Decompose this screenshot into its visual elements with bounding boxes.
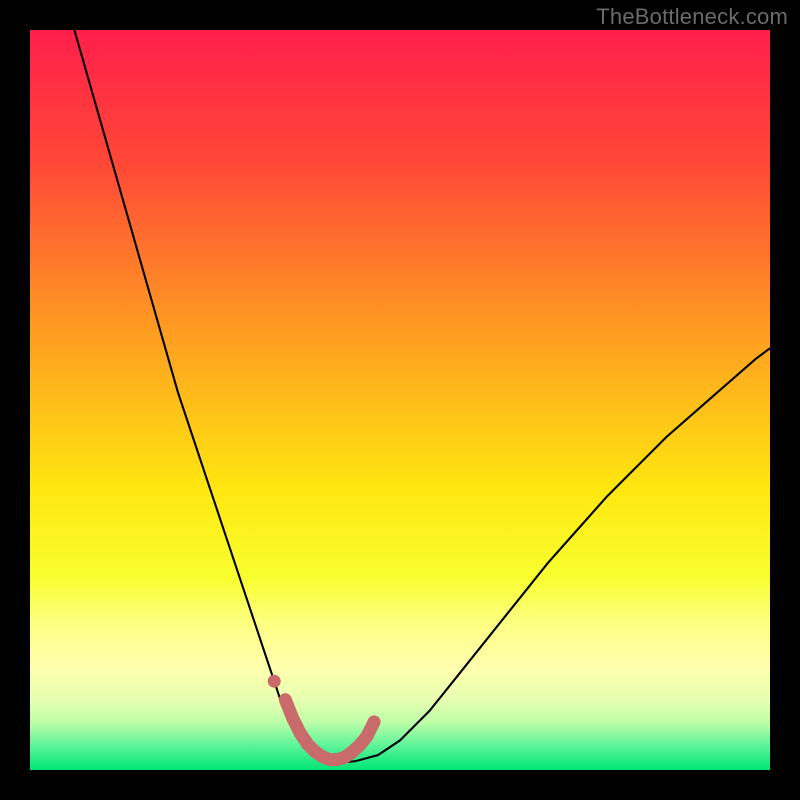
- points-layer: [268, 675, 281, 688]
- watermark-text: TheBottleneck.com: [596, 4, 788, 30]
- bottleneck-chart: [30, 30, 770, 770]
- chart-frame: TheBottleneck.com: [0, 0, 800, 800]
- gradient-background: [30, 30, 770, 770]
- optimum-dot-left: [268, 675, 281, 688]
